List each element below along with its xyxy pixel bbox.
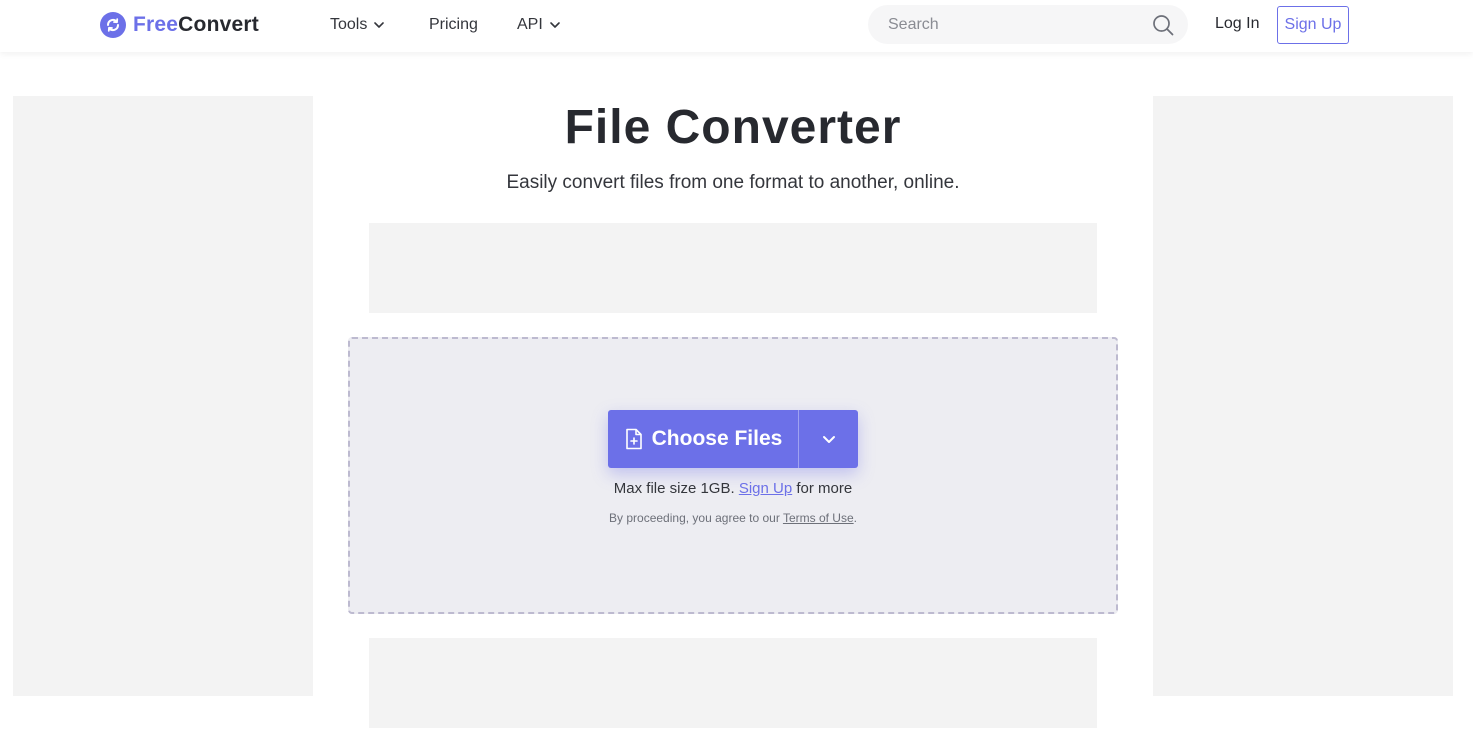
login-link[interactable]: Log In xyxy=(1215,15,1259,33)
page-title: File Converter xyxy=(564,101,902,154)
nav-pricing-label: Pricing xyxy=(429,16,478,33)
ad-banner-bottom xyxy=(369,638,1097,728)
page-subtitle: Easily convert files from one format to … xyxy=(506,172,960,193)
limit-prefix: Max file size 1GB. xyxy=(613,480,735,497)
search-bar xyxy=(868,5,1188,44)
terms-notice: By proceeding, you agree to our Terms of… xyxy=(0,511,1466,525)
nav-pricing[interactable]: Pricing xyxy=(429,14,478,36)
choose-files-label: Choose Files xyxy=(651,427,783,450)
choose-files-button[interactable]: Choose Files xyxy=(608,410,798,468)
site-header: FreeConvert Tools Pricing API Log In Sig… xyxy=(0,0,1473,52)
file-size-limit: Max file size 1GB. Sign Up for more xyxy=(0,480,1466,497)
signup-link[interactable]: Sign Up xyxy=(739,480,792,497)
logo-text: FreeConvert xyxy=(133,13,259,37)
nav-api[interactable]: API xyxy=(517,14,561,36)
logo[interactable]: FreeConvert xyxy=(100,11,259,39)
chevron-down-icon xyxy=(373,19,385,31)
nav-tools-label: Tools xyxy=(330,16,368,33)
search-input[interactable] xyxy=(886,14,1136,35)
chevron-down-icon xyxy=(821,431,837,447)
choose-files-group: Choose Files xyxy=(608,410,858,468)
search-icon[interactable] xyxy=(1152,14,1174,41)
terms-suffix: . xyxy=(853,511,857,525)
signup-button[interactable]: Sign Up xyxy=(1277,6,1349,44)
refresh-icon xyxy=(100,12,126,38)
upload-source-dropdown[interactable] xyxy=(799,410,858,468)
nav-api-label: API xyxy=(517,16,543,33)
file-plus-icon xyxy=(624,428,644,450)
nav-tools[interactable]: Tools xyxy=(330,14,385,36)
file-dropzone[interactable] xyxy=(348,337,1118,614)
ad-banner-top xyxy=(369,223,1097,313)
limit-suffix: for more xyxy=(796,480,853,497)
terms-prefix: By proceeding, you agree to our xyxy=(609,511,780,525)
chevron-down-icon xyxy=(549,19,561,31)
logo-convert: Convert xyxy=(178,13,259,36)
logo-free: Free xyxy=(133,13,179,36)
terms-of-use-link[interactable]: Terms of Use xyxy=(783,511,854,525)
